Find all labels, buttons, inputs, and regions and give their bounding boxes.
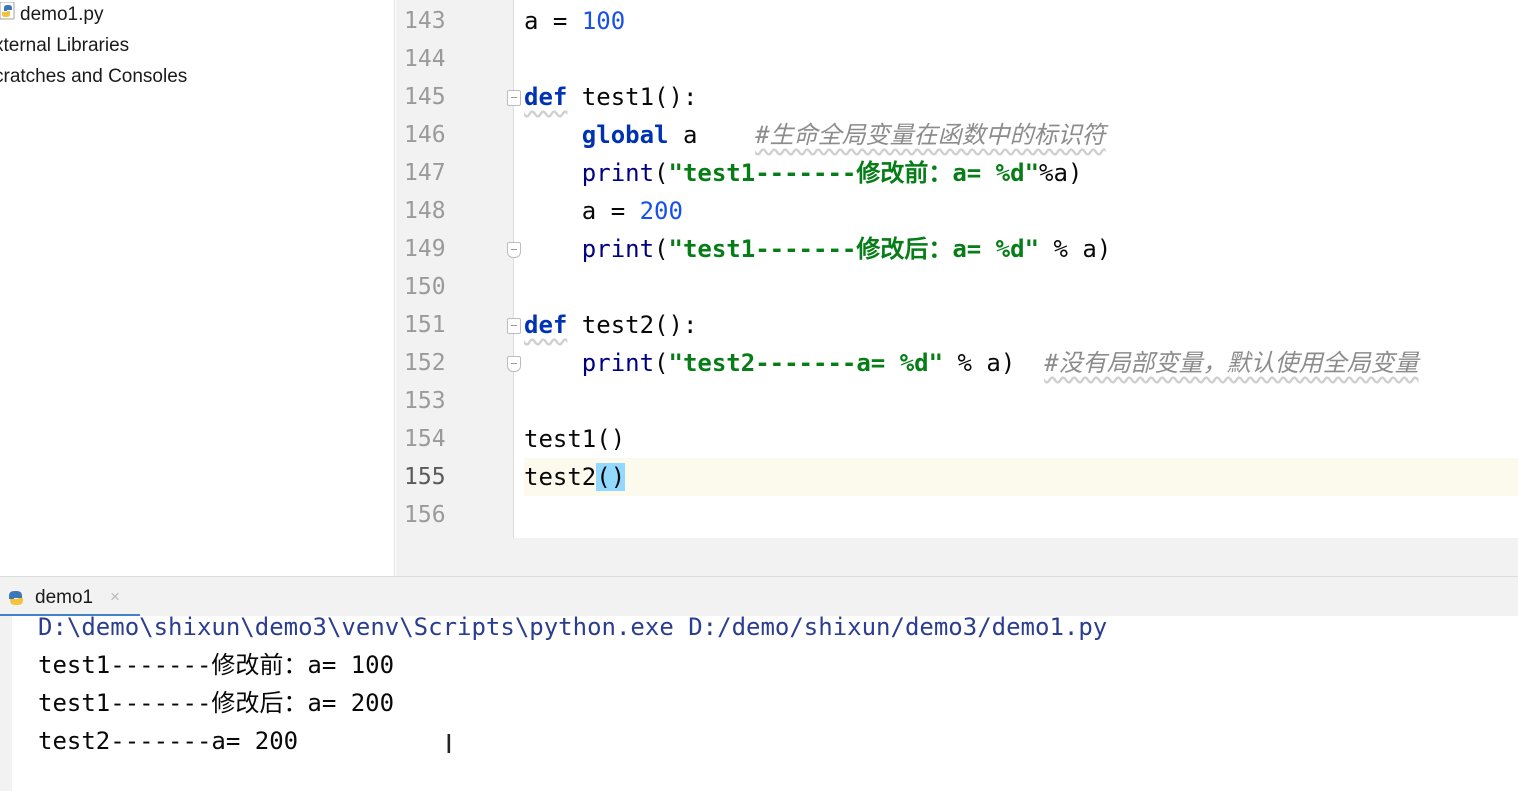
code-text: ( xyxy=(654,349,669,377)
fold-open-icon[interactable] xyxy=(507,90,521,106)
operator: = xyxy=(538,7,582,35)
code-line-146: global a #生命全局变量在函数中的标识符 xyxy=(524,116,1518,154)
tree-item-external-libraries[interactable]: xternal Libraries xyxy=(0,31,129,61)
line-number: 149 xyxy=(404,236,446,262)
string-literal: "test1-------修改前：a= %d" xyxy=(668,159,1040,187)
code-line-155-current: test2() xyxy=(524,458,1518,496)
code-text: test1() xyxy=(524,425,626,453)
string-literal: "test1-------修改后：a= %d" xyxy=(668,235,1040,263)
line-number: 146 xyxy=(404,122,446,148)
tree-item-scratches-and-consoles[interactable]: cratches and Consoles xyxy=(0,62,187,92)
keyword: def xyxy=(524,311,568,339)
identifier: a xyxy=(524,7,539,35)
comment: #没有局部变量，默认使用全局变量 xyxy=(1044,349,1419,377)
code-text: test2 xyxy=(524,463,597,491)
fold-close-icon[interactable] xyxy=(507,242,521,258)
fold-close-icon[interactable] xyxy=(507,356,521,372)
code-text: % a) xyxy=(943,349,1045,377)
number-literal: 200 xyxy=(639,197,683,225)
line-number: 156 xyxy=(404,502,446,528)
code-text: % a) xyxy=(1039,235,1112,263)
code-text: ( xyxy=(654,235,669,263)
line-number: 152 xyxy=(404,350,446,376)
code-area[interactable]: a = 100 def test1(): global a #生命全局变量在函数… xyxy=(524,0,1518,538)
keyword: def xyxy=(524,83,568,111)
code-line-152: print("test2-------a= %d" % a) #没有局部变量，默… xyxy=(524,344,1518,382)
tree-item-label: cratches and Consoles xyxy=(0,66,188,87)
builtin-function: print xyxy=(581,159,655,187)
code-text: %a) xyxy=(1039,159,1083,187)
line-number: 148 xyxy=(404,198,446,224)
string-literal: "test2-------a= %d" xyxy=(668,349,944,377)
builtin-function: print xyxy=(581,235,655,263)
number-literal: 100 xyxy=(581,7,626,35)
code-text: a xyxy=(668,121,756,149)
line-number: 147 xyxy=(404,160,446,186)
keyword: global xyxy=(581,121,669,149)
identifier: a xyxy=(581,197,597,225)
code-line-145: def test1(): xyxy=(524,78,1518,116)
tree-item-label: xternal Libraries xyxy=(0,35,130,56)
line-number: 150 xyxy=(404,274,446,300)
console-output-line: test1-------修改后：a= 200 xyxy=(38,689,395,717)
editor-bottom-area xyxy=(396,538,1518,576)
line-number: 144 xyxy=(404,46,446,72)
operator: = xyxy=(596,197,640,225)
line-number: 145 xyxy=(404,84,446,110)
code-line-149: print("test1-------修改后：a= %d" % a) xyxy=(524,230,1518,268)
tree-item-demo1-py[interactable]: demo1.py xyxy=(0,0,103,30)
line-number-gutter: 143 144 145 146 147 148 149 150 151 152 … xyxy=(396,0,521,538)
run-tab-label: demo1 xyxy=(35,587,94,608)
code-text: test1(): xyxy=(567,83,698,111)
line-number: 154 xyxy=(404,426,446,452)
python-file-icon xyxy=(0,0,16,30)
code-line-147: print("test1-------修改前：a= %d"%a) xyxy=(524,154,1518,192)
code-editor[interactable]: 143 144 145 146 147 148 149 150 151 152 … xyxy=(396,0,1518,576)
close-icon[interactable]: × xyxy=(110,587,120,607)
python-icon xyxy=(6,589,26,612)
matched-brace: () xyxy=(596,463,626,491)
text-cursor-icon: I xyxy=(445,730,453,760)
comment: #生命全局变量在函数中的标识符 xyxy=(755,121,1106,149)
console-output-line: test2-------a= 200 xyxy=(38,727,299,755)
line-number-current: 155 xyxy=(404,464,446,490)
line-number: 143 xyxy=(404,8,446,34)
console-output-line: test1-------修改前：a= 100 xyxy=(38,651,395,679)
line-number: 151 xyxy=(404,312,446,338)
builtin-function: print xyxy=(581,349,655,377)
line-number: 153 xyxy=(404,388,446,414)
code-text: test2(): xyxy=(567,311,698,339)
project-tree-panel: demo1.py xternal Libraries cratches and … xyxy=(0,0,395,576)
code-line-143: a = 100 xyxy=(524,2,1518,40)
code-line-154: test1() xyxy=(524,420,1518,458)
code-line-151: def test2(): xyxy=(524,306,1518,344)
code-line-148: a = 200 xyxy=(524,192,1518,230)
run-console[interactable]: D:\demo\shixun\demo3\venv\Scripts\python… xyxy=(0,613,1518,791)
tree-item-label: demo1.py xyxy=(20,4,104,26)
code-text: ( xyxy=(654,159,669,187)
fold-open-icon[interactable] xyxy=(507,318,521,334)
console-command-line: D:\demo\shixun\demo3\venv\Scripts\python… xyxy=(38,613,1108,641)
console-toolbar-strip xyxy=(0,616,12,791)
